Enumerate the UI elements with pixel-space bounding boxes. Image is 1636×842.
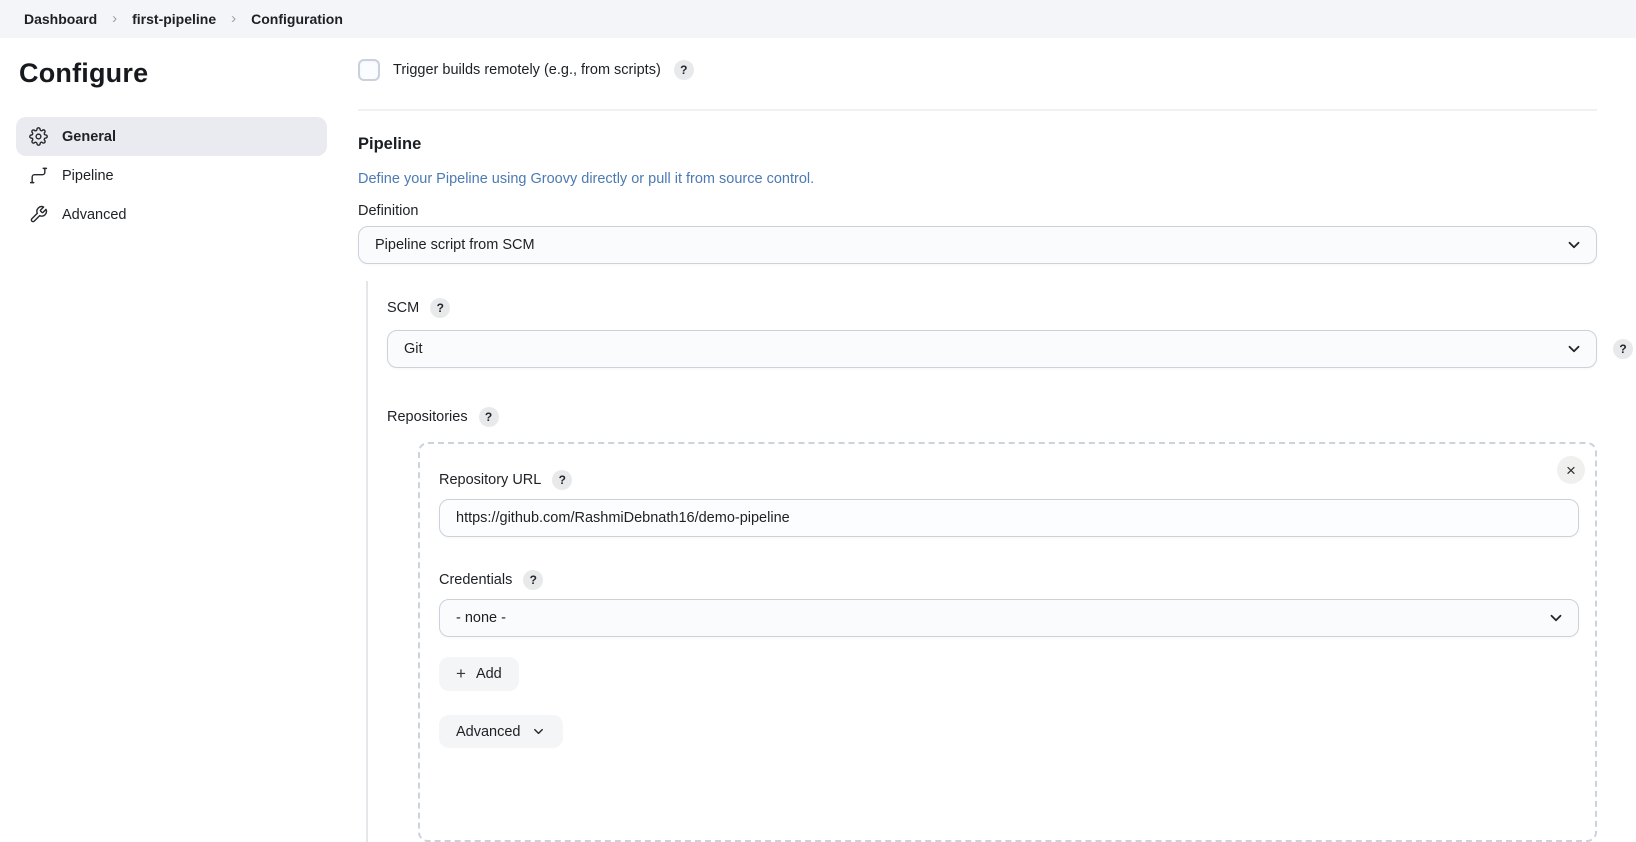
sidebar-item-general[interactable]: General	[16, 117, 327, 156]
section-divider	[358, 109, 1597, 111]
repository-url-input[interactable]: https://github.com/RashmiDebnath16/demo-…	[439, 499, 1579, 537]
definition-label: Definition	[358, 203, 1597, 219]
wrench-icon	[28, 205, 48, 225]
repositories-label: Repositories	[387, 409, 468, 425]
help-icon[interactable]: ?	[552, 470, 572, 490]
credentials-select-value: - none -	[456, 610, 506, 626]
credentials-label: Credentials	[439, 572, 512, 588]
config-form: Trigger builds remotely (e.g., from scri…	[358, 38, 1597, 842]
trigger-builds-checkbox[interactable]	[358, 59, 380, 81]
help-icon[interactable]: ?	[1613, 339, 1633, 359]
sidebar-item-label: Pipeline	[62, 168, 114, 184]
chevron-right-icon: ›	[112, 10, 117, 27]
repository-url-label: Repository URL	[439, 472, 541, 488]
sidebar-item-advanced[interactable]: Advanced	[16, 195, 327, 234]
breadcrumb-first-pipeline[interactable]: first-pipeline	[132, 11, 216, 27]
add-credentials-button[interactable]: + Add	[439, 657, 519, 691]
credentials-select[interactable]: - none -	[439, 599, 1579, 637]
repository-url-value: https://github.com/RashmiDebnath16/demo-…	[456, 510, 790, 526]
chevron-right-icon: ›	[231, 10, 236, 27]
gear-icon	[28, 127, 48, 147]
sidebar-item-pipeline[interactable]: Pipeline	[16, 156, 327, 195]
scm-select[interactable]: Git	[387, 330, 1597, 368]
credentials-label-row: Credentials ?	[439, 570, 1579, 590]
breadcrumb-configuration[interactable]: Configuration	[251, 11, 343, 27]
breadcrumb-dashboard[interactable]: Dashboard	[24, 11, 97, 27]
scm-label-row: SCM ?	[387, 298, 1597, 318]
sidebar-menu: General Pipeline Advanced	[16, 117, 327, 234]
chevron-down-icon	[1565, 340, 1583, 358]
add-button-label: Add	[476, 666, 502, 682]
definition-select-value: Pipeline script from SCM	[375, 237, 535, 253]
scm-select-value: Git	[404, 341, 423, 357]
sidebar-item-label: General	[62, 129, 116, 145]
help-icon[interactable]: ?	[523, 570, 543, 590]
config-sidebar: Configure General Pipeline Advanced	[16, 58, 327, 234]
trigger-builds-row: Trigger builds remotely (e.g., from scri…	[358, 59, 1597, 81]
chevron-down-icon	[531, 724, 546, 739]
repository-card: × Repository URL ? https://github.com/Ra…	[418, 442, 1597, 842]
advanced-button-label: Advanced	[456, 724, 521, 740]
scm-label: SCM	[387, 300, 419, 316]
repository-url-label-row: Repository URL ?	[439, 470, 1579, 490]
page-title: Configure	[19, 58, 327, 89]
chevron-down-icon	[1565, 236, 1583, 254]
sidebar-item-label: Advanced	[62, 207, 127, 223]
help-icon[interactable]: ?	[430, 298, 450, 318]
help-icon[interactable]: ?	[674, 60, 694, 80]
chevron-down-icon	[1547, 609, 1565, 627]
breadcrumb: Dashboard › first-pipeline › Configurati…	[0, 0, 1636, 38]
help-icon[interactable]: ?	[479, 407, 499, 427]
plus-icon: +	[456, 664, 466, 684]
advanced-button[interactable]: Advanced	[439, 715, 563, 748]
remove-repository-button[interactable]: ×	[1557, 456, 1585, 484]
pipeline-section-title: Pipeline	[358, 135, 1597, 154]
scm-section: SCM ? Git ? Repositories ? × Repository …	[366, 281, 1597, 842]
trigger-builds-label: Trigger builds remotely (e.g., from scri…	[393, 62, 661, 78]
repositories-label-row: Repositories ?	[387, 407, 1597, 427]
pipeline-section-description[interactable]: Define your Pipeline using Groovy direct…	[358, 171, 1597, 187]
scm-select-row: Git ?	[387, 330, 1597, 368]
definition-select[interactable]: Pipeline script from SCM	[358, 226, 1597, 264]
pipeline-icon	[28, 166, 48, 186]
